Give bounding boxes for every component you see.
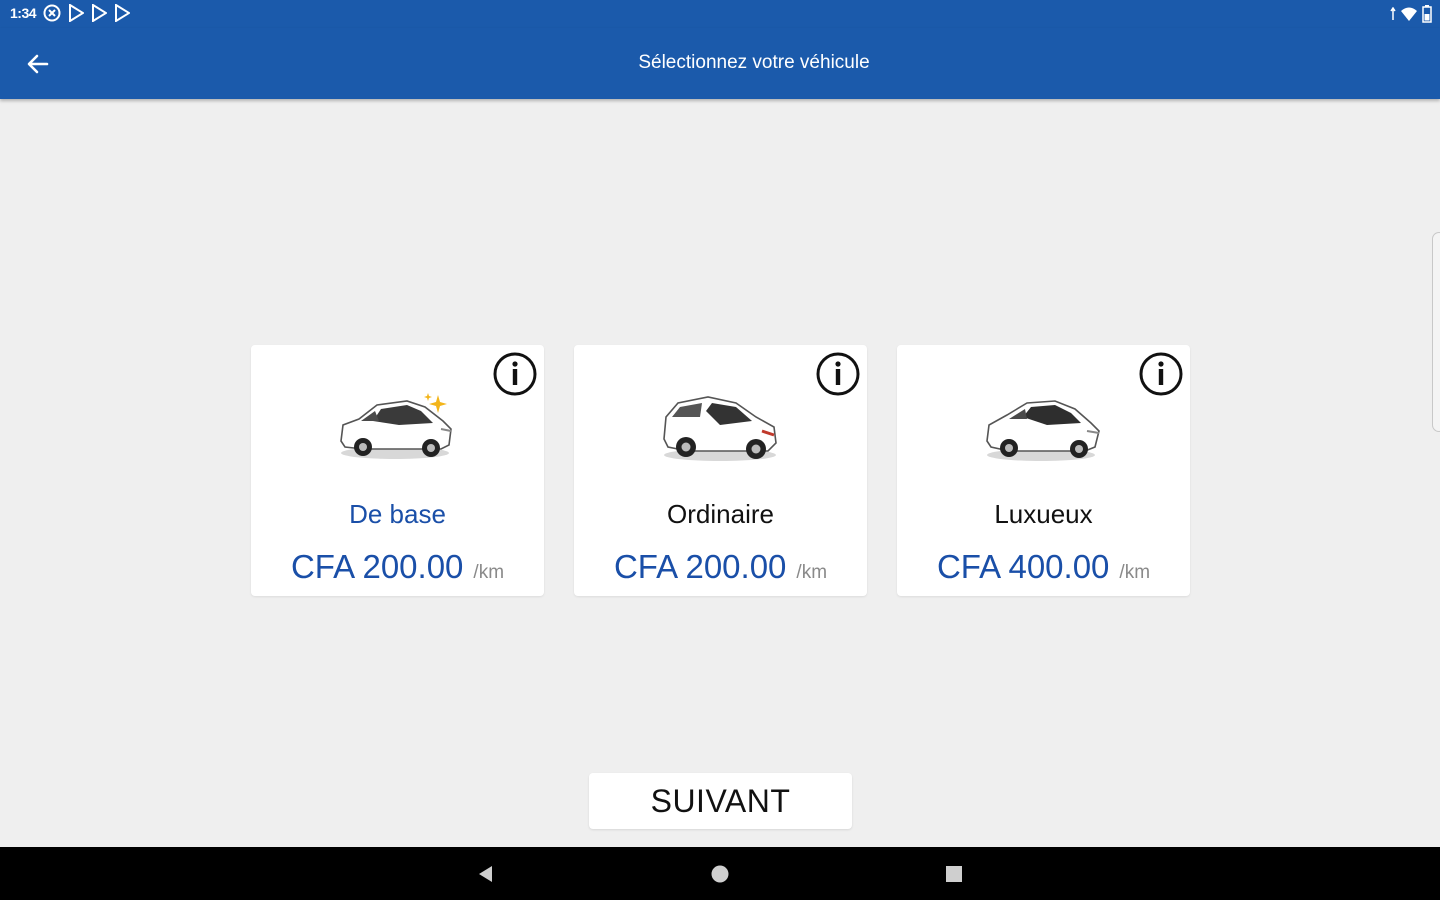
status-bar: 1:34 xyxy=(0,0,1440,28)
car-icon xyxy=(985,400,1100,461)
vehicle-card-de-base[interactable]: De base CFA 200.00/km xyxy=(251,345,544,596)
data-arrow-icon xyxy=(1390,7,1396,20)
vehicle-price: CFA 200.00/km xyxy=(251,548,544,586)
status-right xyxy=(1390,5,1432,23)
nav-back-icon xyxy=(479,866,492,882)
system-nav-bar xyxy=(0,847,1440,900)
price-unit: /km xyxy=(473,562,505,583)
status-left: 1:34 xyxy=(10,4,131,22)
info-icon[interactable] xyxy=(492,351,538,397)
vehicle-price: CFA 200.00/km xyxy=(574,548,867,586)
price-unit: /km xyxy=(1119,562,1151,583)
info-icon[interactable] xyxy=(1138,351,1184,397)
play-store-icon xyxy=(69,4,85,22)
notification-icon xyxy=(43,4,61,22)
vehicle-name: De base xyxy=(349,499,446,529)
nav-recents-icon xyxy=(946,866,962,882)
info-icon[interactable] xyxy=(815,351,861,397)
status-time: 1:34 xyxy=(10,5,37,21)
vehicle-card-luxueux[interactable]: Luxueux CFA 400.00/km xyxy=(897,345,1190,596)
page-title: Sélectionnez votre véhicule xyxy=(638,52,870,73)
vehicle-name: Luxueux xyxy=(994,499,1093,529)
sparkle-icon xyxy=(424,393,447,413)
vehicle-list: De base CFA 200.00/km Ordinaire CFA 200.… xyxy=(251,345,1190,596)
price-amount: CFA 200.00 xyxy=(290,548,464,585)
next-button[interactable]: SUIVANT xyxy=(589,773,852,829)
side-drawer-handle[interactable] xyxy=(1432,232,1440,432)
battery-icon xyxy=(1422,5,1432,23)
price-unit: /km xyxy=(796,562,828,583)
price-amount: CFA 400.00 xyxy=(936,548,1110,585)
app-bar: Sélectionnez votre véhicule xyxy=(0,28,1440,99)
vehicle-card-ordinaire[interactable]: Ordinaire CFA 200.00/km xyxy=(574,345,867,596)
nav-home-button[interactable] xyxy=(706,860,734,888)
vehicle-price: CFA 400.00/km xyxy=(897,548,1190,586)
wifi-icon xyxy=(1401,7,1417,21)
play-store-icon xyxy=(115,4,131,22)
car-icon xyxy=(662,396,777,461)
play-store-icon xyxy=(92,4,108,22)
nav-recents-button[interactable] xyxy=(940,860,968,888)
nav-back-button[interactable] xyxy=(472,860,500,888)
nav-home-icon xyxy=(711,865,729,883)
vehicle-name: Ordinaire xyxy=(667,499,774,529)
price-amount: CFA 200.00 xyxy=(613,548,787,585)
